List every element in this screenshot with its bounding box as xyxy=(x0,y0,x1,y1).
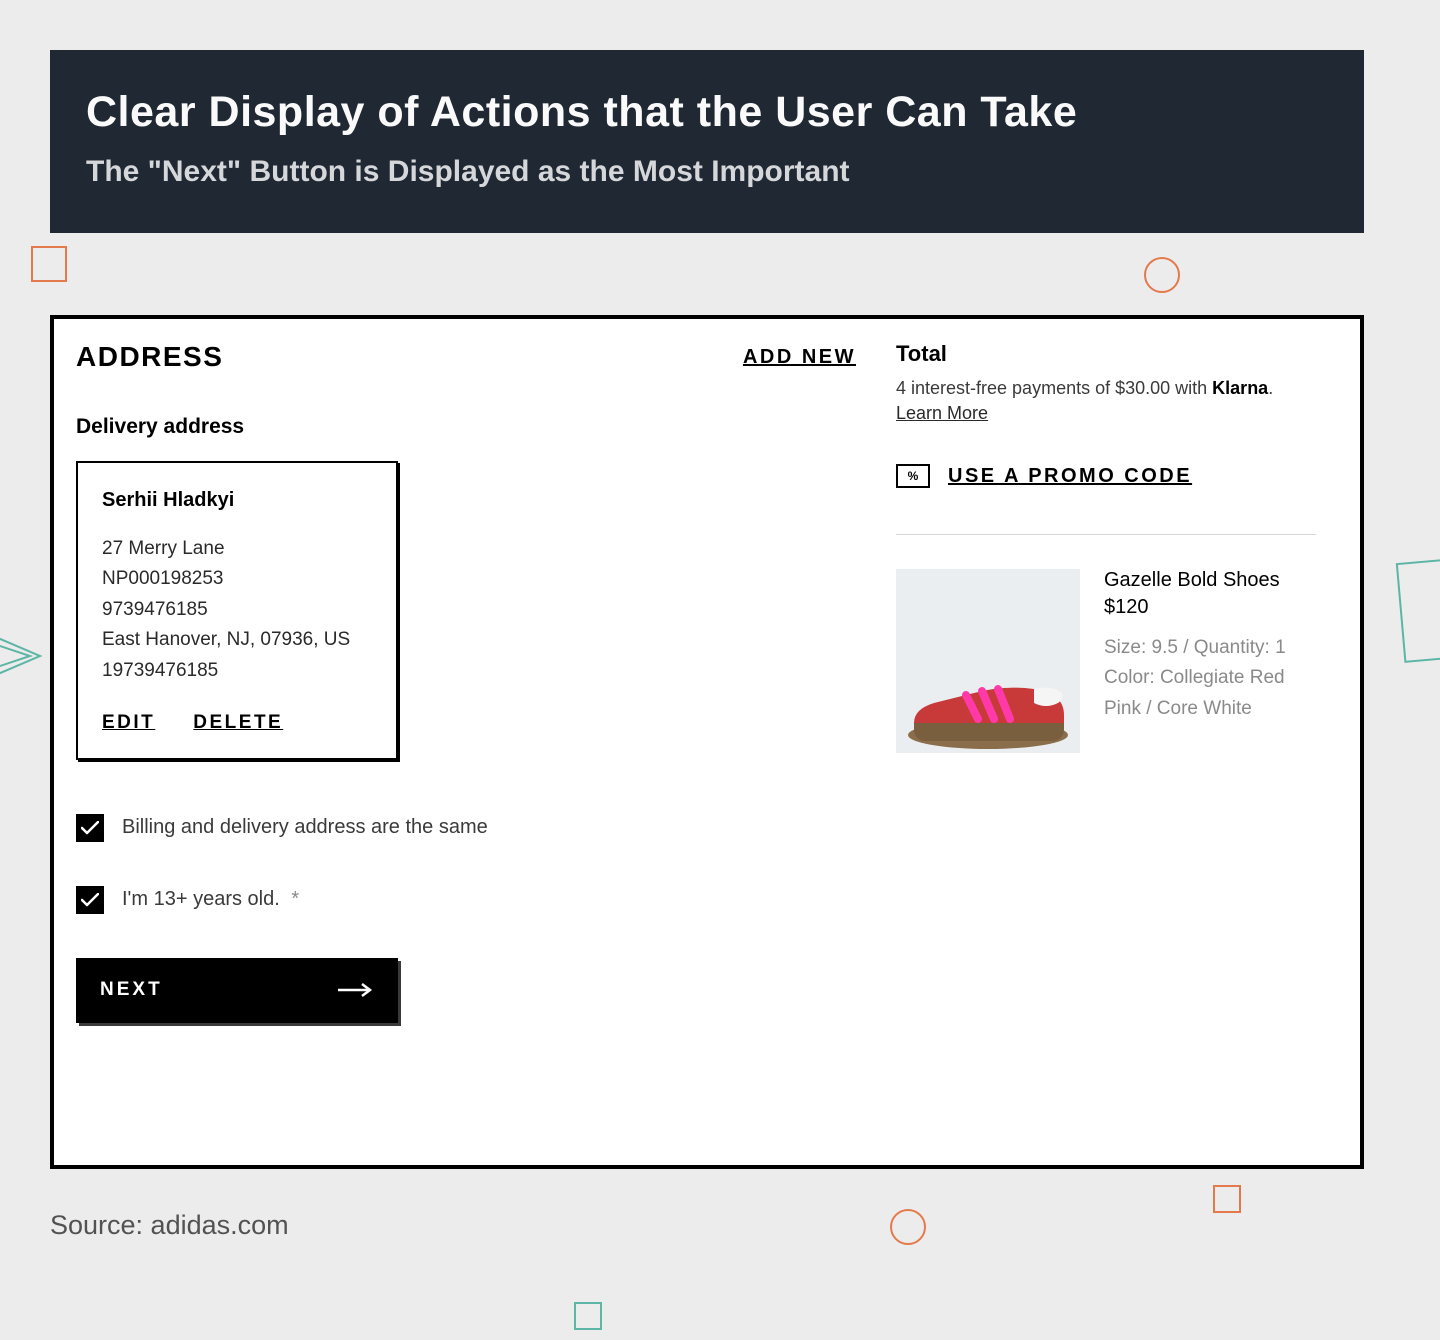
age-label-text: I'm 13+ years old. xyxy=(122,888,280,910)
add-new-link[interactable]: ADD NEW xyxy=(743,346,856,369)
product-name: Gazelle Bold Shoes xyxy=(1104,569,1316,592)
billing-same-checkbox-row: Billing and delivery address are the sam… xyxy=(76,814,856,842)
arrow-right-icon xyxy=(338,982,374,998)
address-line: East Hanover, NJ, 07936, US xyxy=(102,625,372,655)
check-icon xyxy=(81,893,99,907)
klarna-suffix: . xyxy=(1268,378,1273,398)
checkout-screenshot: ADDRESS ADD NEW Delivery address Serhii … xyxy=(50,315,1364,1169)
address-line: 9739476185 xyxy=(102,595,372,625)
address-card[interactable]: Serhii Hladkyi 27 Merry Lane NP000198253… xyxy=(76,461,398,760)
header-subtitle: The "Next" Button is Displayed as the Mo… xyxy=(86,155,1328,189)
next-button[interactable]: NEXT xyxy=(76,958,398,1023)
klarna-text: 4 interest-free payments of $30.00 with … xyxy=(896,375,1316,401)
promo-code-row: % USE A PROMO CODE xyxy=(896,464,1316,488)
checkout-right-column: Total 4 interest-free payments of $30.00… xyxy=(896,341,1316,1165)
klarna-brand: Klarna xyxy=(1212,378,1268,398)
product-price: $120 xyxy=(1104,596,1316,619)
decorative-square-icon xyxy=(31,246,67,282)
address-line: 19739476185 xyxy=(102,656,372,686)
check-icon xyxy=(81,821,99,835)
decorative-square-icon xyxy=(1213,1185,1241,1213)
product-color: Color: Collegiate Red Pink / Core White xyxy=(1104,663,1316,724)
delivery-address-label: Delivery address xyxy=(76,415,856,439)
promo-icon-text: % xyxy=(908,469,919,483)
age-checkbox-row: I'm 13+ years old. * xyxy=(76,886,856,914)
product-image xyxy=(896,569,1080,753)
delete-button[interactable]: DELETE xyxy=(193,712,283,734)
billing-same-checkbox[interactable] xyxy=(76,814,104,842)
promo-code-link[interactable]: USE A PROMO CODE xyxy=(948,465,1192,488)
klarna-prefix: 4 interest-free payments of $30.00 with xyxy=(896,378,1212,398)
billing-same-label: Billing and delivery address are the sam… xyxy=(122,816,488,839)
decorative-square-icon xyxy=(574,1302,602,1330)
shoe-illustration-icon xyxy=(904,649,1072,749)
learn-more-link[interactable]: Learn More xyxy=(896,403,988,424)
address-line: 27 Merry Lane xyxy=(102,534,372,564)
divider xyxy=(896,534,1316,535)
decorative-lines-icon xyxy=(0,626,50,686)
age-label: I'm 13+ years old. * xyxy=(122,888,299,911)
product-row: Gazelle Bold Shoes $120 Size: 9.5 / Quan… xyxy=(896,569,1316,753)
next-button-label: NEXT xyxy=(100,979,163,1001)
age-checkbox[interactable] xyxy=(76,886,104,914)
required-indicator: * xyxy=(291,888,299,910)
address-name: Serhii Hladkyi xyxy=(102,489,372,512)
decorative-circle-icon xyxy=(890,1209,926,1245)
edit-button[interactable]: EDIT xyxy=(102,712,155,734)
header-title: Clear Display of Actions that the User C… xyxy=(86,88,1328,137)
address-section-title: ADDRESS xyxy=(76,341,223,373)
source-attribution: Source: adidas.com xyxy=(50,1210,289,1241)
promo-icon: % xyxy=(896,464,930,488)
product-size-qty: Size: 9.5 / Quantity: 1 xyxy=(1104,633,1316,663)
checkout-left-column: ADDRESS ADD NEW Delivery address Serhii … xyxy=(76,341,876,1165)
header-banner: Clear Display of Actions that the User C… xyxy=(50,50,1364,233)
total-label: Total xyxy=(896,341,1316,367)
address-line: NP000198253 xyxy=(102,564,372,594)
decorative-shape-icon xyxy=(1396,557,1440,663)
decorative-circle-icon xyxy=(1144,257,1180,293)
